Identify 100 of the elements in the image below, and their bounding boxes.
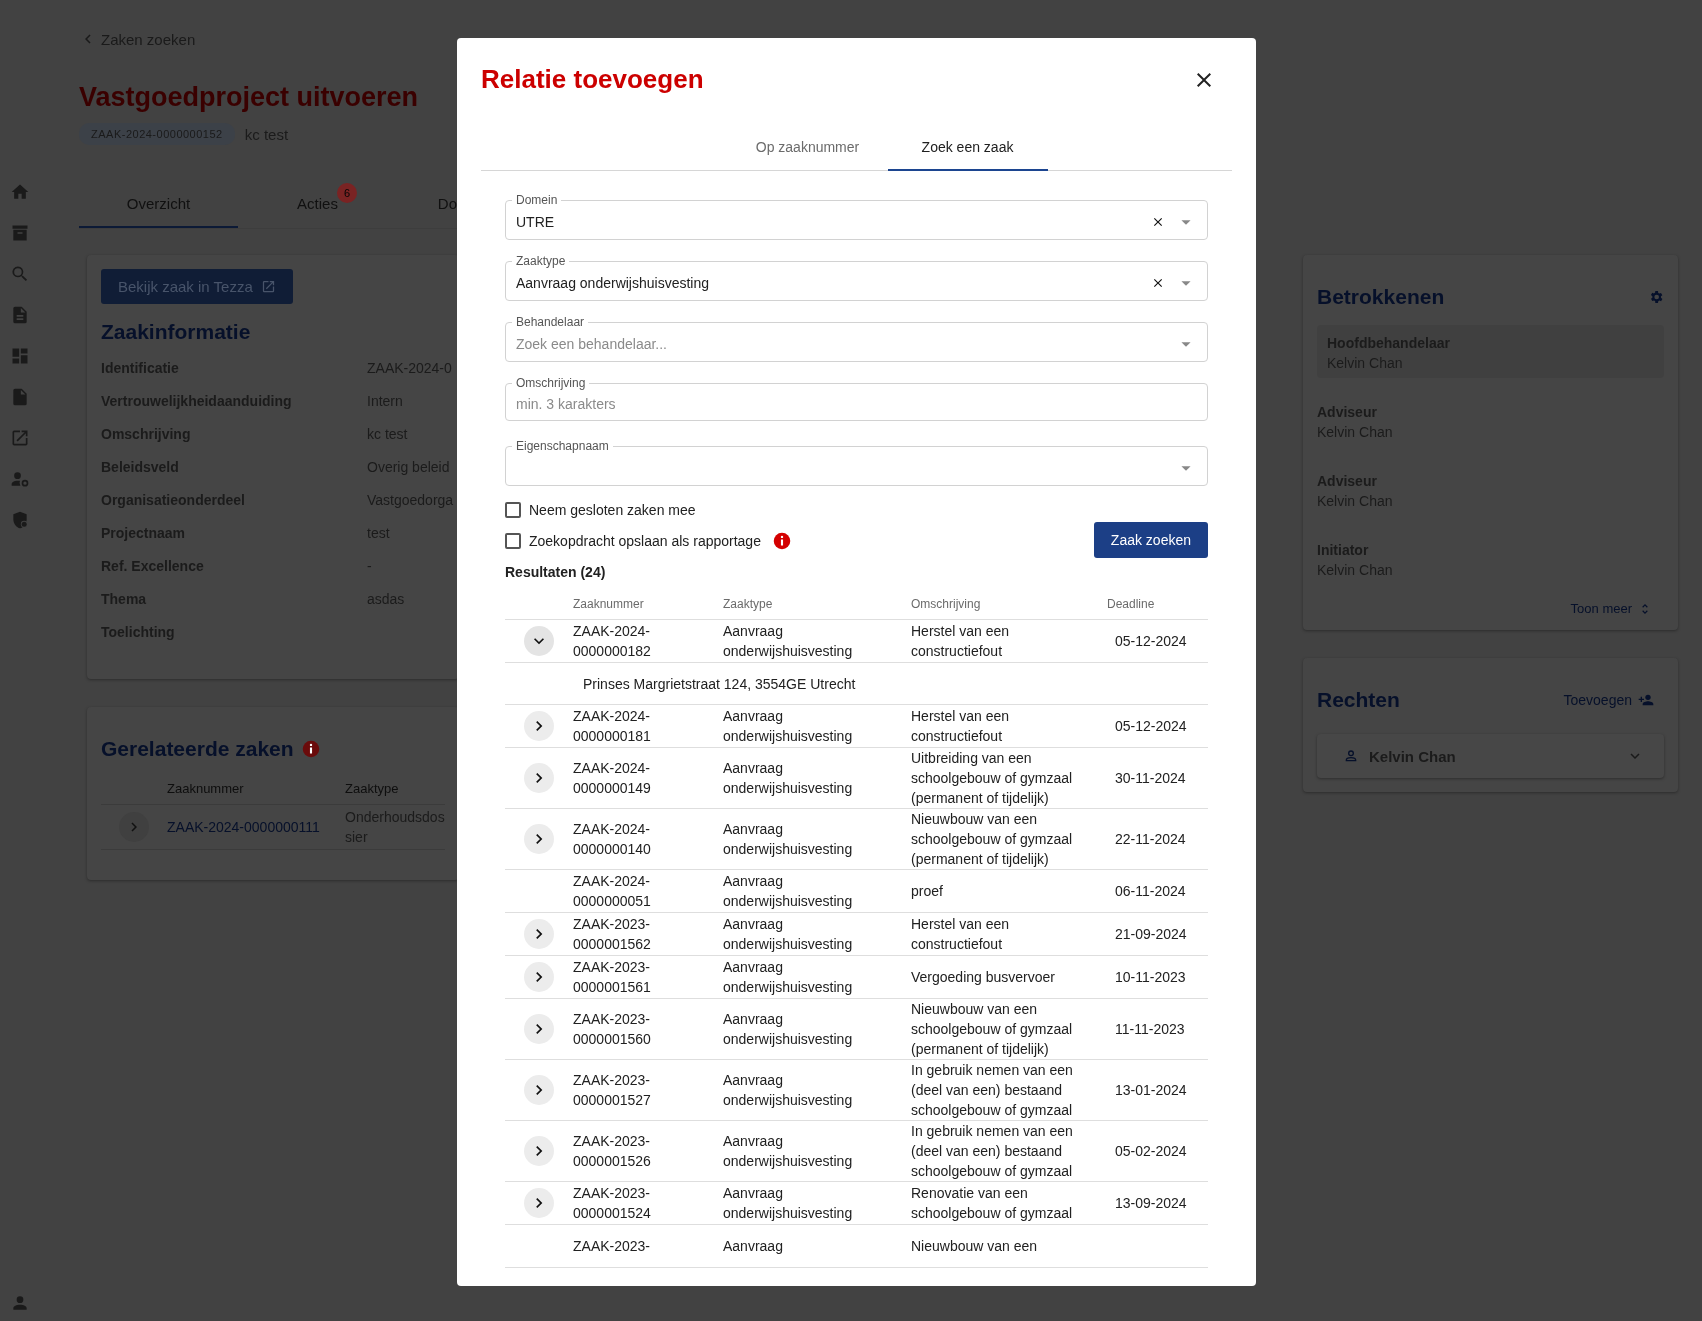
table-cell-text: Aanvraag onderwijshuisvesting bbox=[723, 1071, 854, 1110]
table-cell-text: Aanvraag onderwijshuisvesting bbox=[723, 622, 854, 661]
table-cell-text: Nieuwbouw van een schoolgebouw of gymzaal (permanent of tijdelijk) bbox=[911, 1000, 1074, 1059]
expand-chevron-icon[interactable] bbox=[524, 711, 554, 741]
table-cell-text: Nieuwbouw van een schoolgebouw of gymzaal (permanent of tijdelijk) bbox=[911, 810, 1074, 869]
section-title: Rechten bbox=[1317, 688, 1400, 712]
table-cell-text: ZAAK-2023-0000001526 bbox=[573, 1132, 652, 1171]
checkbox[interactable] bbox=[505, 533, 521, 549]
table-cell: 22-11-2024 bbox=[1115, 831, 1186, 847]
expand-chevron-icon[interactable] bbox=[524, 763, 554, 793]
table-cell-text: Aanvraag onderwijshuisvesting bbox=[723, 1132, 854, 1171]
text-field[interactable]: Omschrijving min. 3 karakters bbox=[505, 376, 1208, 421]
section-title: Gerelateerde zaken bbox=[101, 737, 294, 761]
column-header: Zaaknummer bbox=[167, 777, 345, 805]
add-person-icon bbox=[1638, 692, 1654, 708]
count-badge: 6 bbox=[337, 183, 357, 203]
column-header: Omschrijving bbox=[911, 596, 982, 613]
collapse-chevron-icon[interactable] bbox=[524, 626, 554, 656]
field-value: - bbox=[367, 558, 373, 576]
dialog-title: Relatie toevoegen bbox=[481, 64, 704, 95]
table-cell-text: ZAAK-2024-0000000181 bbox=[573, 707, 652, 746]
result-row[interactable]: ZAAK-2023-0000001526 Aanvraag onderwijshuisvesting In gebruik nemen van een (deel van een) bestaand schoolgebouw of gymzaal 05-02-2024 bbox=[505, 1121, 1208, 1182]
expand-chevron-icon[interactable] bbox=[524, 1014, 554, 1044]
result-row[interactable]: ZAAK-2024-0000000149 Aanvraag onderwijshuisvesting Uitbreiding van een schoolgebouw of gymzaal (permanent of tijdelijk) 30-11-2024 bbox=[505, 748, 1208, 809]
table-cell-text: ZAAK-2023-0000001527 bbox=[573, 1071, 652, 1110]
tab[interactable]: Op zaaknummer bbox=[727, 125, 888, 171]
result-row[interactable]: ZAAK-2023-0000001562 Aanvraag onderwijshuisvesting Herstel van een constructiefout 21-09-2024 bbox=[505, 913, 1208, 956]
select-field[interactable]: Behandelaar Zoek een behandelaar... bbox=[505, 315, 1208, 362]
table-cell-text: Herstel van een constructiefout bbox=[911, 622, 1011, 661]
section-title: Zaakinformatie bbox=[101, 320, 252, 344]
table-cell-text: ZAAK-2023-0000001561 bbox=[573, 958, 652, 997]
result-row[interactable]: ZAAK-2024-0000000182 Aanvraag onderwijshuisvesting Herstel van een constructiefout 05-12-2024 bbox=[505, 620, 1208, 663]
section-title: Betrokkenen bbox=[1317, 285, 1445, 309]
table-cell-text: Nieuwbouw van een bbox=[911, 1237, 1039, 1256]
column-header: Zaaktype bbox=[723, 596, 774, 613]
table-cell-text: ZAAK-2023-0000001562 bbox=[573, 915, 652, 954]
column-header: Deadline bbox=[1107, 596, 1156, 613]
result-row[interactable]: ZAAK-2023-0000001524 Aanvraag onderwijshuisvesting Renovatie van een schoolgebouw of gymzaal 13-09-2024 bbox=[505, 1182, 1208, 1225]
column-header: Zaaknummer bbox=[573, 596, 645, 613]
expand-chevron-icon[interactable] bbox=[524, 919, 554, 949]
table-cell-text: proef bbox=[911, 882, 944, 901]
info-icon bbox=[301, 740, 320, 758]
table-cell: 21-09-2024 bbox=[1115, 926, 1187, 942]
table-cell-text: ZAAK-2024-0000000182 bbox=[573, 622, 652, 661]
checkbox[interactable] bbox=[505, 502, 521, 518]
expand-chevron-icon[interactable] bbox=[524, 1136, 554, 1166]
table-cell-text: Aanvraag onderwijshuisvesting bbox=[723, 1184, 854, 1223]
select-field[interactable]: Eigenschapnaam bbox=[505, 439, 1208, 486]
table-cell: 05-12-2024 bbox=[1115, 718, 1187, 734]
table-cell-text: Herstel van een constructiefout bbox=[911, 915, 1011, 954]
info-icon[interactable] bbox=[772, 532, 791, 550]
table-cell-text: Aanvraag onderwijshuisvesting bbox=[723, 759, 854, 798]
table-cell-text: Uitbreiding van een schoolgebouw of gymzaal (permanent of tijdelijk) bbox=[911, 749, 1074, 808]
table-cell-text: ZAAK-2024-0000000140 bbox=[573, 820, 652, 859]
expand-chevron-icon[interactable] bbox=[524, 824, 554, 854]
table-cell-text: Aanvraag onderwijshuisvesting bbox=[723, 915, 854, 954]
address-text: Prinses Margrietstraat 124, 3554GE Utrecht bbox=[583, 674, 856, 694]
table-cell: 11-11-2023 bbox=[1115, 1021, 1185, 1037]
table-cell-text: ZAAK-2023-0000001524 bbox=[573, 1184, 652, 1223]
select-field[interactable]: Domein UTRE bbox=[505, 193, 1208, 240]
table-cell: 06-11-2024 bbox=[1115, 883, 1186, 899]
table-cell-text: Vergoeding busvervoer bbox=[911, 968, 1056, 987]
table-cell: 13-01-2024 bbox=[1115, 1082, 1187, 1098]
expand-chevron-icon[interactable] bbox=[524, 1188, 554, 1218]
result-row[interactable]: ZAAK-2024-0000000181 Aanvraag onderwijshuisvesting Herstel van een constructiefout 05-12-2024 bbox=[505, 705, 1208, 748]
table-cell-text: In gebruik nemen van een (deel van een) bestaand schoolgebouw of gymzaal bbox=[911, 1061, 1074, 1120]
result-row[interactable]: ZAAK-2023-0000001527 Aanvraag onderwijshuisvesting In gebruik nemen van een (deel van een) bestaand schoolgebouw of gymzaal 13-01-2024 bbox=[505, 1060, 1208, 1121]
expand-chevron-icon[interactable] bbox=[524, 1075, 554, 1105]
clear-icon[interactable] bbox=[1151, 276, 1165, 290]
expand-chevron-icon[interactable] bbox=[524, 962, 554, 992]
table-cell: 13-09-2024 bbox=[1115, 1195, 1187, 1211]
result-row[interactable]: ZAAK-2023-0000001560 Aanvraag onderwijshuisvesting Nieuwbouw van een schoolgebouw of gymzaal (permanent of tijdelijk) 11-11-2023 bbox=[505, 999, 1208, 1060]
results-title: Resultaten (24) bbox=[505, 564, 607, 580]
table-cell-text: Aanvraag onderwijshuisvesting bbox=[723, 958, 854, 997]
result-row[interactable]: ZAAK-2024-0000000051 Aanvraag onderwijshuisvesting proef 06-11-2024 bbox=[505, 870, 1208, 913]
search-button[interactable]: Zaak zoeken bbox=[1093, 522, 1208, 558]
select-field[interactable]: Zaaktype Aanvraag onderwijshuisvesting bbox=[505, 254, 1208, 301]
table-cell-text: ZAAK-2023- bbox=[573, 1237, 652, 1256]
person-icon bbox=[1343, 748, 1359, 764]
external-link-icon bbox=[260, 279, 276, 294]
result-row[interactable]: ZAAK-2023-0000001561 Aanvraag onderwijshuisvesting Vergoeding busvervoer 10-11-2023 bbox=[505, 956, 1208, 999]
clear-icon[interactable] bbox=[1151, 215, 1165, 229]
tab[interactable]: Zoek een zaak bbox=[887, 125, 1048, 171]
table-cell-text: Aanvraag onderwijshuisvesting bbox=[723, 820, 854, 859]
table-cell: 05-02-2024 bbox=[1115, 1143, 1187, 1159]
table-cell-text: ZAAK-2024-0000000051 bbox=[573, 872, 652, 911]
table-cell-text: Aanvraag onderwijshuisvesting bbox=[723, 872, 854, 911]
checkbox-row[interactable]: Neem gesloten zaken mee bbox=[505, 502, 791, 518]
checkbox-row[interactable]: Zoekopdracht opslaan als rapportage bbox=[505, 532, 791, 550]
table-cell: 30-11-2024 bbox=[1115, 770, 1186, 786]
table-cell-text: Aanvraag bbox=[723, 1237, 784, 1256]
result-row[interactable]: ZAAK-2023- Aanvraag Nieuwbouw van een bbox=[505, 1225, 1208, 1268]
table-cell-text: Renovatie van een schoolgebouw of gymzaal bbox=[911, 1184, 1074, 1223]
table-cell-text: ZAAK-2023-0000001560 bbox=[573, 1010, 652, 1049]
table-cell-text: Herstel van een constructiefout bbox=[911, 707, 1011, 746]
table-cell-text: Aanvraag onderwijshuisvesting bbox=[723, 1010, 854, 1049]
result-row[interactable]: ZAAK-2024-0000000140 Aanvraag onderwijshuisvesting Nieuwbouw van een schoolgebouw of gymzaal (permanent of tijdelijk) 22-11-2024 bbox=[505, 809, 1208, 870]
table-cell-text: ZAAK-2024-0000000149 bbox=[573, 759, 652, 798]
table-cell: 05-12-2024 bbox=[1115, 633, 1187, 649]
table-cell-text: In gebruik nemen van een (deel van een) bestaand schoolgebouw of gymzaal bbox=[911, 1122, 1074, 1181]
